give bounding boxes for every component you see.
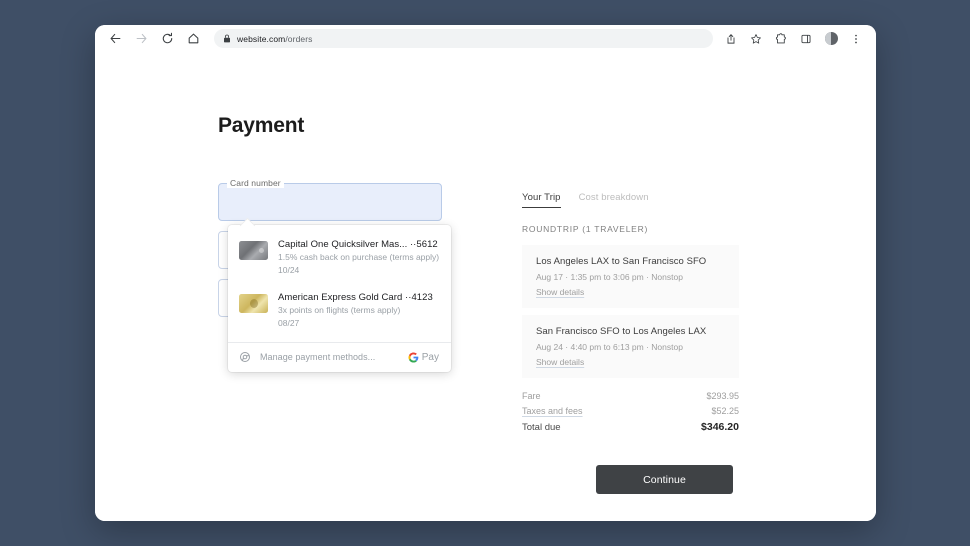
back-arrow-icon — [110, 33, 120, 44]
side-panel-icon — [801, 34, 811, 43]
reload-icon — [162, 32, 172, 44]
autofill-benefit: 1.5% cash back on purchase (terms apply) — [278, 252, 439, 262]
roundtrip-heading: ROUNDTRIP (1 TRAVELER) — [522, 224, 649, 234]
autofill-suggestion-capital-one[interactable]: Capital One Quicksilver Mas... ··5612 1.… — [228, 231, 451, 284]
trip-meta: Aug 24 · 4:40 pm to 6:13 pm · Nonstop — [536, 342, 683, 352]
autofill-text: Capital One Quicksilver Mas... ··5612 1.… — [278, 238, 439, 277]
card-number-label: Card number — [227, 178, 284, 188]
price-breakdown: Fare $293.95 Taxes and fees $52.25 Total… — [522, 391, 739, 433]
total-value: $346.20 — [701, 421, 739, 433]
share-icon — [727, 33, 735, 44]
extensions-button[interactable] — [769, 27, 793, 51]
autofill-suggestion-amex[interactable]: American Express Gold Card ··4123 3x poi… — [228, 284, 451, 337]
browser-window: website.com/orders Payment Card number C… — [95, 25, 876, 521]
taxes-label[interactable]: Taxes and fees — [522, 406, 583, 416]
trip-card-return: San Francisco SFO to Los Angeles LAX Aug… — [522, 315, 739, 378]
autofill-dropdown: Capital One Quicksilver Mas... ··5612 1.… — [228, 217, 451, 372]
trip-meta: Aug 17 · 1:35 pm to 3:06 pm · Nonstop — [536, 272, 683, 282]
lock-icon — [224, 34, 230, 43]
google-g-icon — [408, 351, 419, 363]
autofill-text: American Express Gold Card ··4123 3x poi… — [278, 291, 439, 330]
autofill-card-name: Capital One Quicksilver Mas... — [278, 239, 408, 250]
puzzle-icon — [775, 32, 786, 43]
show-details-link[interactable]: Show details — [536, 357, 726, 367]
side-panel-button[interactable] — [794, 27, 818, 51]
card-number-field[interactable]: Card number — [218, 178, 442, 221]
page-content: Payment Card number Capital One Quicksil… — [95, 52, 876, 521]
silver-card-icon — [239, 241, 268, 260]
trip-route: Los Angeles LAX to San Francisco SFO — [536, 256, 707, 267]
home-button[interactable] — [181, 27, 205, 51]
browser-toolbar: website.com/orders — [95, 25, 876, 52]
price-row-taxes: Taxes and fees $52.25 — [522, 406, 739, 416]
bookmark-button[interactable] — [744, 27, 768, 51]
browser-menu-button[interactable] — [844, 27, 868, 51]
autofill-card-last4: ··5612 — [409, 239, 438, 250]
price-row-total: Total due $346.20 — [522, 421, 739, 433]
gold-card-icon — [239, 294, 268, 313]
show-details-link[interactable]: Show details — [536, 287, 726, 297]
url-text: website.com/orders — [237, 34, 313, 44]
autofill-expiry: 08/27 — [278, 318, 300, 328]
autofill-benefit: 3x points on flights (terms apply) — [278, 305, 401, 315]
home-icon — [188, 33, 198, 44]
page-title: Payment — [218, 114, 305, 137]
price-row-fare: Fare $293.95 — [522, 391, 739, 401]
fare-value: $293.95 — [706, 391, 739, 401]
forward-button[interactable] — [129, 27, 153, 51]
toolbar-right-icons — [719, 27, 868, 51]
address-bar[interactable]: website.com/orders — [214, 29, 713, 48]
total-label: Total due — [522, 422, 561, 433]
fare-label: Fare — [522, 391, 541, 401]
reload-button[interactable] — [155, 27, 179, 51]
autofill-card-last4: ··4123 — [405, 292, 433, 303]
profile-button[interactable] — [819, 27, 843, 51]
tab-your-trip[interactable]: Your Trip — [522, 192, 561, 208]
share-button[interactable] — [719, 27, 743, 51]
avatar — [824, 32, 838, 45]
url-domain: website.com — [237, 33, 286, 44]
trip-card-outbound: Los Angeles LAX to San Francisco SFO Aug… — [522, 245, 739, 308]
trip-summary: Your Trip Cost breakdown ROUNDTRIP (1 TR… — [522, 192, 739, 438]
google-pay-badge[interactable]: Pay — [408, 352, 439, 363]
gpay-label: Pay — [421, 351, 439, 363]
back-button[interactable] — [103, 27, 127, 51]
forward-arrow-icon — [136, 33, 146, 44]
summary-tabs: Your Trip Cost breakdown — [522, 192, 739, 208]
tab-cost-breakdown[interactable]: Cost breakdown — [579, 192, 649, 208]
three-dot-menu-icon — [855, 34, 857, 43]
autofill-card-name: American Express Gold Card — [278, 292, 403, 303]
trip-route: San Francisco SFO to Los Angeles LAX — [536, 326, 707, 337]
continue-button[interactable]: Continue — [596, 465, 733, 494]
navigation-buttons — [103, 27, 205, 51]
chrome-settings-icon — [240, 352, 250, 362]
autofill-expiry: 10/24 — [278, 265, 300, 275]
star-icon — [751, 33, 761, 44]
manage-payment-methods-label: Manage payment methods... — [260, 352, 376, 362]
taxes-value: $52.25 — [711, 406, 739, 416]
autofill-title: Capital One Quicksilver Mas... ··5612 — [278, 238, 439, 251]
manage-payment-methods-row[interactable]: Manage payment methods... Pay — [228, 343, 451, 372]
autofill-title: American Express Gold Card ··4123 — [278, 291, 439, 304]
url-path: /orders — [285, 33, 313, 44]
